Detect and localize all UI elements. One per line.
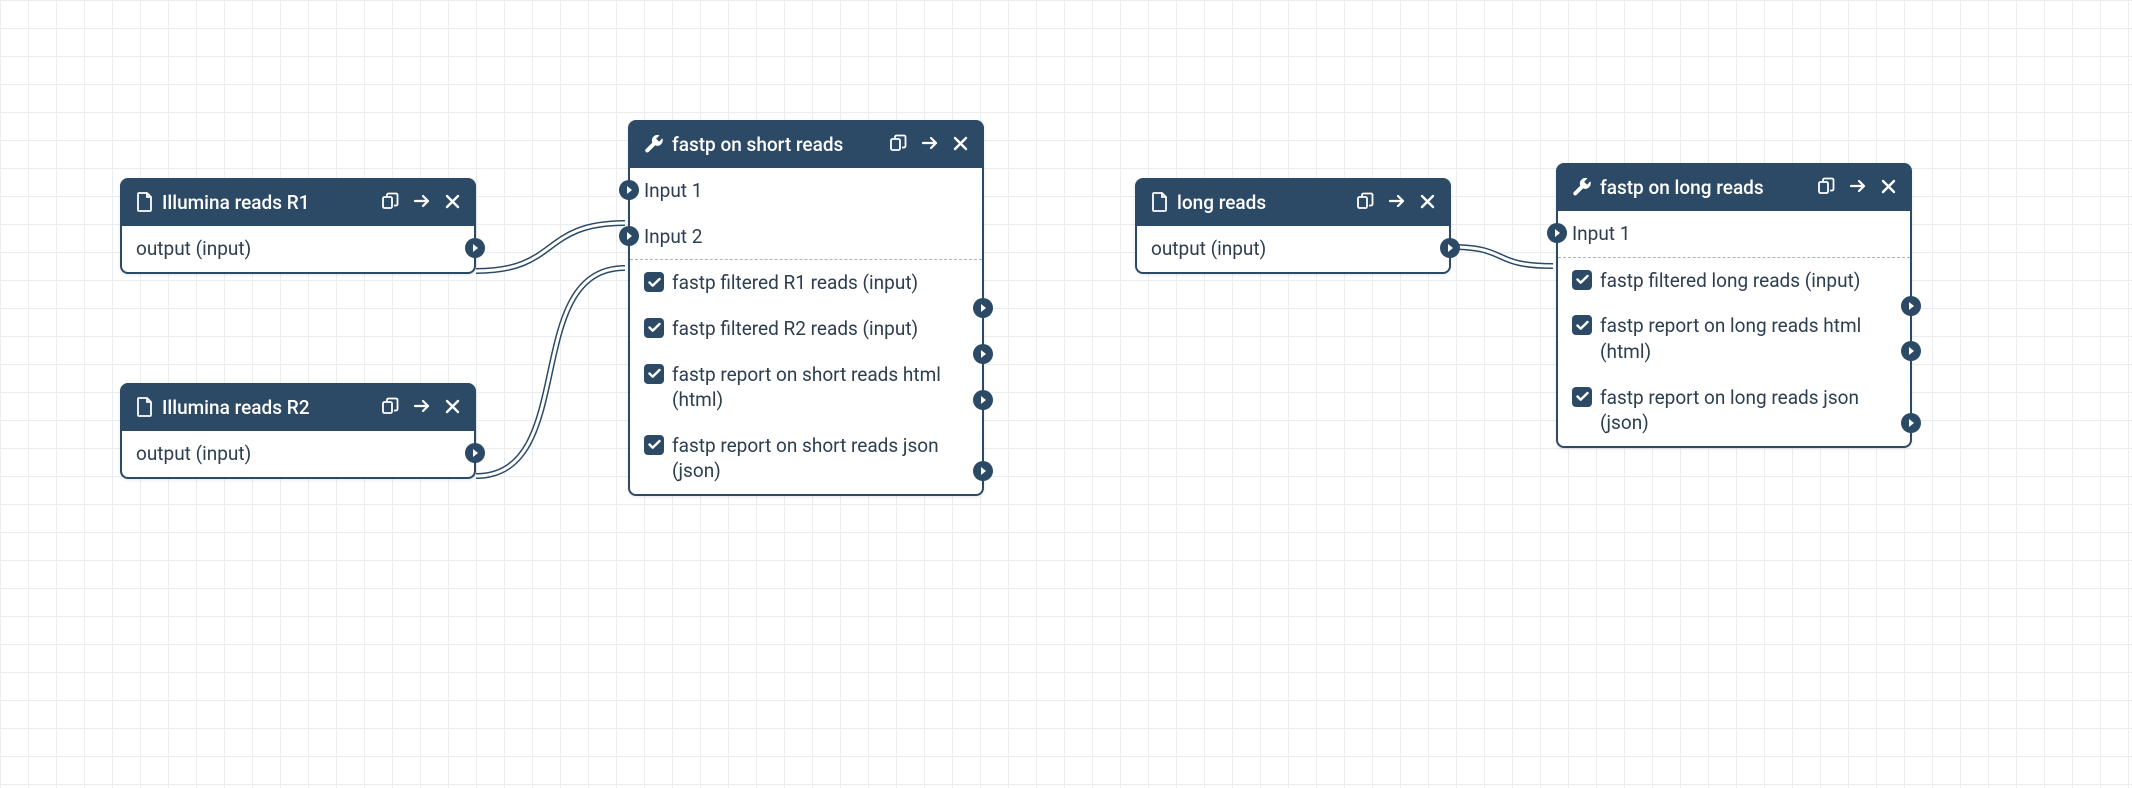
node-title: Illumina reads R1	[162, 190, 310, 216]
checkbox-checked-icon[interactable]	[1572, 270, 1592, 290]
output-port[interactable]	[973, 390, 993, 410]
node-fastp-long[interactable]: fastp on long reads Input 1 fastp filter…	[1556, 163, 1912, 448]
checkbox-checked-icon[interactable]	[644, 364, 664, 384]
output-port[interactable]	[1901, 341, 1921, 361]
input-port[interactable]	[619, 226, 639, 246]
node-title: long reads	[1177, 190, 1266, 216]
workflow-canvas[interactable]: Illumina reads R1 output (input) Illumin…	[0, 0, 2132, 788]
input-label: Input 2	[644, 224, 968, 250]
output-row-1: fastp filtered R1 reads (input)	[630, 260, 982, 306]
arrow-right-icon[interactable]	[413, 398, 431, 414]
output-row-2: fastp report on long reads html (html)	[1558, 303, 1910, 374]
output-label: output (input)	[136, 441, 460, 467]
input-port[interactable]	[1547, 223, 1567, 243]
input-row-1: Input 1	[1558, 211, 1910, 258]
output-label: fastp filtered long reads (input)	[1600, 268, 1896, 294]
input-label: Input 1	[644, 178, 968, 204]
file-icon	[1151, 192, 1169, 216]
checkbox-checked-icon[interactable]	[1572, 387, 1592, 407]
output-port[interactable]	[465, 238, 485, 258]
copy-icon[interactable]	[1817, 177, 1835, 195]
node-illumina-r2[interactable]: Illumina reads R2 output (input)	[120, 383, 476, 479]
output-row: output (input)	[122, 226, 474, 272]
copy-icon[interactable]	[1356, 192, 1374, 210]
node-header[interactable]: Illumina reads R2	[122, 385, 474, 431]
output-port[interactable]	[973, 461, 993, 481]
output-label: output (input)	[136, 236, 460, 262]
output-row: output (input)	[1137, 226, 1449, 272]
close-icon[interactable]	[953, 136, 968, 151]
node-header[interactable]: Illumina reads R1	[122, 180, 474, 226]
arrow-right-icon[interactable]	[921, 135, 939, 151]
output-label: fastp report on short reads html (html)	[672, 362, 968, 413]
close-icon[interactable]	[1881, 179, 1896, 194]
output-row-3: fastp report on long reads json (json)	[1558, 375, 1910, 446]
output-label: fastp report on short reads json (json)	[672, 433, 968, 484]
arrow-right-icon[interactable]	[1849, 178, 1867, 194]
output-port[interactable]	[1440, 238, 1460, 258]
arrow-right-icon[interactable]	[1388, 193, 1406, 209]
node-title: fastp on long reads	[1600, 175, 1764, 201]
copy-icon[interactable]	[381, 192, 399, 210]
node-header[interactable]: fastp on long reads	[1558, 165, 1910, 211]
node-illumina-r1[interactable]: Illumina reads R1 output (input)	[120, 178, 476, 274]
output-row-1: fastp filtered long reads (input)	[1558, 258, 1910, 304]
checkbox-checked-icon[interactable]	[644, 272, 664, 292]
wrench-icon	[644, 134, 664, 158]
node-header[interactable]: long reads	[1137, 180, 1449, 226]
wrench-icon	[1572, 177, 1592, 201]
output-row: output (input)	[122, 431, 474, 477]
output-label: fastp report on long reads json (json)	[1600, 385, 1896, 436]
input-row-2: Input 2	[630, 214, 982, 261]
output-label: fastp filtered R2 reads (input)	[672, 316, 968, 342]
node-header[interactable]: fastp on short reads	[630, 122, 982, 168]
node-title: fastp on short reads	[672, 132, 843, 158]
output-row-4: fastp report on short reads json (json)	[630, 423, 982, 494]
output-row-3: fastp report on short reads html (html)	[630, 352, 982, 423]
input-label: Input 1	[1572, 221, 1896, 247]
checkbox-checked-icon[interactable]	[1572, 315, 1592, 335]
close-icon[interactable]	[445, 194, 460, 209]
arrow-right-icon[interactable]	[413, 193, 431, 209]
output-label: output (input)	[1151, 236, 1435, 262]
output-label: fastp filtered R1 reads (input)	[672, 270, 968, 296]
file-icon	[136, 397, 154, 421]
input-row-1: Input 1	[630, 168, 982, 214]
checkbox-checked-icon[interactable]	[644, 435, 664, 455]
copy-icon[interactable]	[889, 134, 907, 152]
copy-icon[interactable]	[381, 397, 399, 415]
input-port[interactable]	[619, 180, 639, 200]
output-port[interactable]	[465, 443, 485, 463]
output-label: fastp report on long reads html (html)	[1600, 313, 1896, 364]
file-icon	[136, 192, 154, 216]
output-port[interactable]	[1901, 413, 1921, 433]
checkbox-checked-icon[interactable]	[644, 318, 664, 338]
node-fastp-short[interactable]: fastp on short reads Input 1 Input 2 fas…	[628, 120, 984, 496]
node-long-reads[interactable]: long reads output (input)	[1135, 178, 1451, 274]
close-icon[interactable]	[445, 399, 460, 414]
close-icon[interactable]	[1420, 194, 1435, 209]
output-row-2: fastp filtered R2 reads (input)	[630, 306, 982, 352]
node-title: Illumina reads R2	[162, 395, 310, 421]
